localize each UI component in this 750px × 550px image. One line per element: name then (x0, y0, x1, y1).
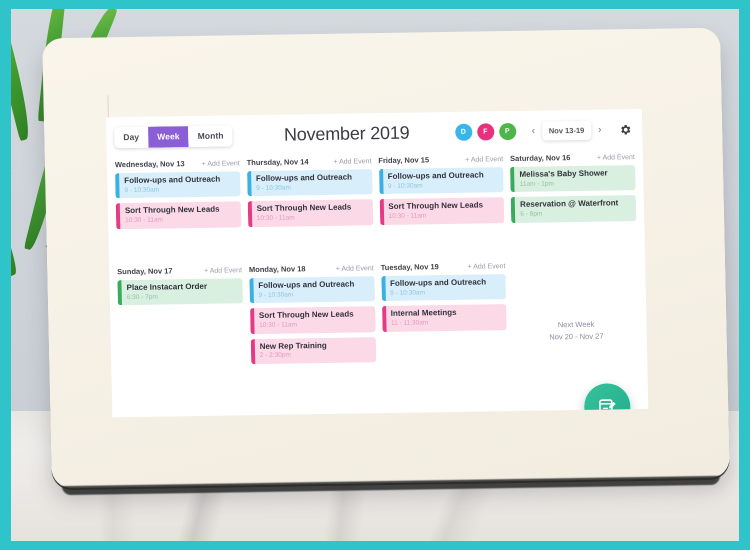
event-title: Internal Meetings (390, 308, 457, 319)
event-title: Follow-ups and Outreach (389, 277, 487, 288)
add-event-button[interactable]: + Add Event (597, 154, 635, 162)
event-card[interactable]: Reservation @ Waterfront 6 - 8pm (510, 195, 637, 223)
date-range-navigator: ‹ Nov 13-19 › (525, 120, 609, 141)
day-header: Sunday, Nov 17 + Add Event (117, 265, 242, 276)
event-title: Melissa's Baby Shower (519, 168, 608, 179)
event-title: Reservation @ Waterfront (520, 198, 619, 210)
prev-week-button[interactable]: ‹ (525, 121, 542, 140)
day-column-monday: Monday, Nov 18 + Add Event Follow-ups an… (249, 261, 377, 415)
add-event-button[interactable]: + Add Event (204, 267, 242, 275)
event-card[interactable]: Follow-ups and Outreach 9 - 10:30am (249, 276, 375, 304)
event-time: 9 - 10:30am (258, 291, 294, 299)
event-card[interactable]: Melissa's Baby Shower 11am - 1pm (510, 165, 636, 193)
event-title: Follow-ups and Outreach (124, 174, 221, 186)
event-time: 10:30 - 11am (388, 212, 427, 221)
attendee-avatars: D F P (454, 122, 517, 141)
event-title: Follow-ups and Outreach (255, 172, 353, 184)
event-title: Sort Through New Leads (258, 309, 354, 321)
event-card[interactable]: Internal Meetings 11 - 11:30am (381, 304, 507, 332)
add-event-button[interactable]: + Add Event (467, 263, 505, 271)
add-event-button[interactable]: + Add Event (336, 265, 374, 273)
day-header: Thursday, Nov 14 + Add Event (247, 156, 372, 167)
event-time: 9 - 10:30am (256, 184, 291, 192)
event-card[interactable]: Follow-ups and Outreach 9 - 10:30am (115, 171, 241, 199)
day-label: Monday, Nov 18 (248, 264, 306, 275)
event-title: New Rep Training (259, 340, 327, 351)
day-label: Tuesday, Nov 19 (380, 262, 439, 273)
week-grid: Wednesday, Nov 13 + Add Event Follow-ups… (115, 150, 641, 417)
day-label: Thursday, Nov 14 (246, 157, 309, 168)
day-column-saturday: Saturday, Nov 16 + Add Event Melissa's B… (510, 150, 637, 259)
event-card[interactable]: Follow-ups and Outreach 9 - 10:30am (246, 169, 373, 197)
event-title: Sort Through New Leads (256, 202, 352, 214)
next-week-title: Next Week (557, 319, 595, 330)
avatar[interactable]: D (454, 123, 473, 141)
event-card[interactable]: Place Instacart Order 6:30 - 7pm (117, 278, 243, 306)
next-week-range: Nov 20 - Nov 27 (549, 331, 604, 342)
app-toolbar: Day Week Month November 2019 D F P ‹ Nov… (106, 109, 643, 157)
event-card[interactable]: Sort Through New Leads 10:30 - 11am (247, 199, 373, 227)
day-column-tuesday: Tuesday, Nov 19 + Add Event Follow-ups a… (381, 259, 509, 413)
event-title: Follow-ups and Outreach (258, 279, 355, 291)
view-button-week[interactable]: Week (147, 125, 189, 148)
event-card[interactable]: Sort Through New Leads 10:30 - 11am (379, 197, 505, 225)
photo-frame: Day Week Month November 2019 D F P ‹ Nov… (0, 0, 750, 550)
view-button-month[interactable]: Month (188, 124, 233, 147)
avatar[interactable]: P (498, 122, 517, 140)
event-title: Follow-ups and Outreach (387, 170, 484, 181)
event-time: 2 - 2:30pm (259, 351, 292, 360)
event-time: 11am - 1pm (519, 180, 554, 188)
event-title: Sort Through New Leads (388, 200, 484, 212)
event-card[interactable]: Sort Through New Leads 10:30 - 11am (115, 201, 242, 229)
day-header: Wednesday, Nov 13 + Add Event (115, 158, 240, 169)
day-column-sunday: Sunday, Nov 17 + Add Event Place Instaca… (117, 263, 245, 417)
next-week-note[interactable]: Next Week Nov 20 - Nov 27 (514, 319, 639, 342)
event-time: 6:30 - 7pm (126, 293, 158, 301)
event-card[interactable]: Sort Through New Leads 10:30 - 11am (249, 306, 376, 334)
event-title: Place Instacart Order (126, 281, 208, 293)
view-toggle-group: Day Week Month (114, 124, 233, 148)
add-event-button[interactable]: + Add Event (202, 160, 240, 168)
day-label: Sunday, Nov 17 (117, 266, 173, 277)
event-time: 6 - 8pm (520, 210, 543, 218)
add-event-button[interactable]: + Add Event (465, 156, 503, 164)
day-column-friday: Friday, Nov 15 + Add Event Follow-ups an… (378, 152, 505, 261)
event-time: 9 - 10:30am (387, 182, 423, 190)
day-header: Saturday, Nov 16 + Add Event (510, 152, 635, 163)
event-time: 11 - 11:30am (390, 319, 429, 328)
date-range-label[interactable]: Nov 13-19 (541, 120, 592, 141)
day-label: Saturday, Nov 16 (510, 153, 571, 164)
event-card[interactable]: New Rep Training 2 - 2:30pm (250, 336, 376, 365)
view-button-day[interactable]: Day (114, 126, 149, 148)
event-card[interactable]: Follow-ups and Outreach 9 - 10:30am (380, 274, 507, 302)
add-event-calendar-icon (599, 399, 616, 415)
settings-button[interactable] (617, 121, 633, 137)
day-column-wednesday: Wednesday, Nov 13 + Add Event Follow-ups… (115, 156, 242, 265)
event-time: 9 - 10:30am (390, 289, 426, 297)
gear-icon (620, 124, 630, 134)
next-week-button[interactable]: › (591, 120, 608, 139)
page-title: November 2019 (283, 122, 410, 145)
event-time: 10:30 - 11am (259, 321, 298, 330)
day-header: Monday, Nov 18 + Add Event (249, 263, 374, 274)
day-header: Friday, Nov 15 + Add Event (378, 154, 503, 165)
avatar[interactable]: F (476, 122, 495, 141)
calendar-app-screen: Day Week Month November 2019 D F P ‹ Nov… (105, 108, 649, 418)
day-label: Friday, Nov 15 (378, 155, 430, 166)
day-header: Tuesday, Nov 19 + Add Event (381, 261, 506, 272)
scene: Day Week Month November 2019 D F P ‹ Nov… (11, 9, 739, 541)
add-event-button[interactable]: + Add Event (333, 158, 371, 166)
event-time: 10:30 - 11am (125, 216, 164, 225)
event-title: Sort Through New Leads (124, 204, 220, 216)
event-time: 10:30 - 11am (256, 214, 295, 223)
tablet-device: Day Week Month November 2019 D F P ‹ Nov… (42, 27, 730, 489)
event-time: 9 - 10:30am (124, 186, 160, 194)
day-column-thursday: Thursday, Nov 14 + Add Event Follow-ups … (246, 154, 373, 263)
day-label: Wednesday, Nov 13 (114, 159, 185, 170)
event-card[interactable]: Follow-ups and Outreach 9 - 10:30am (378, 167, 504, 195)
